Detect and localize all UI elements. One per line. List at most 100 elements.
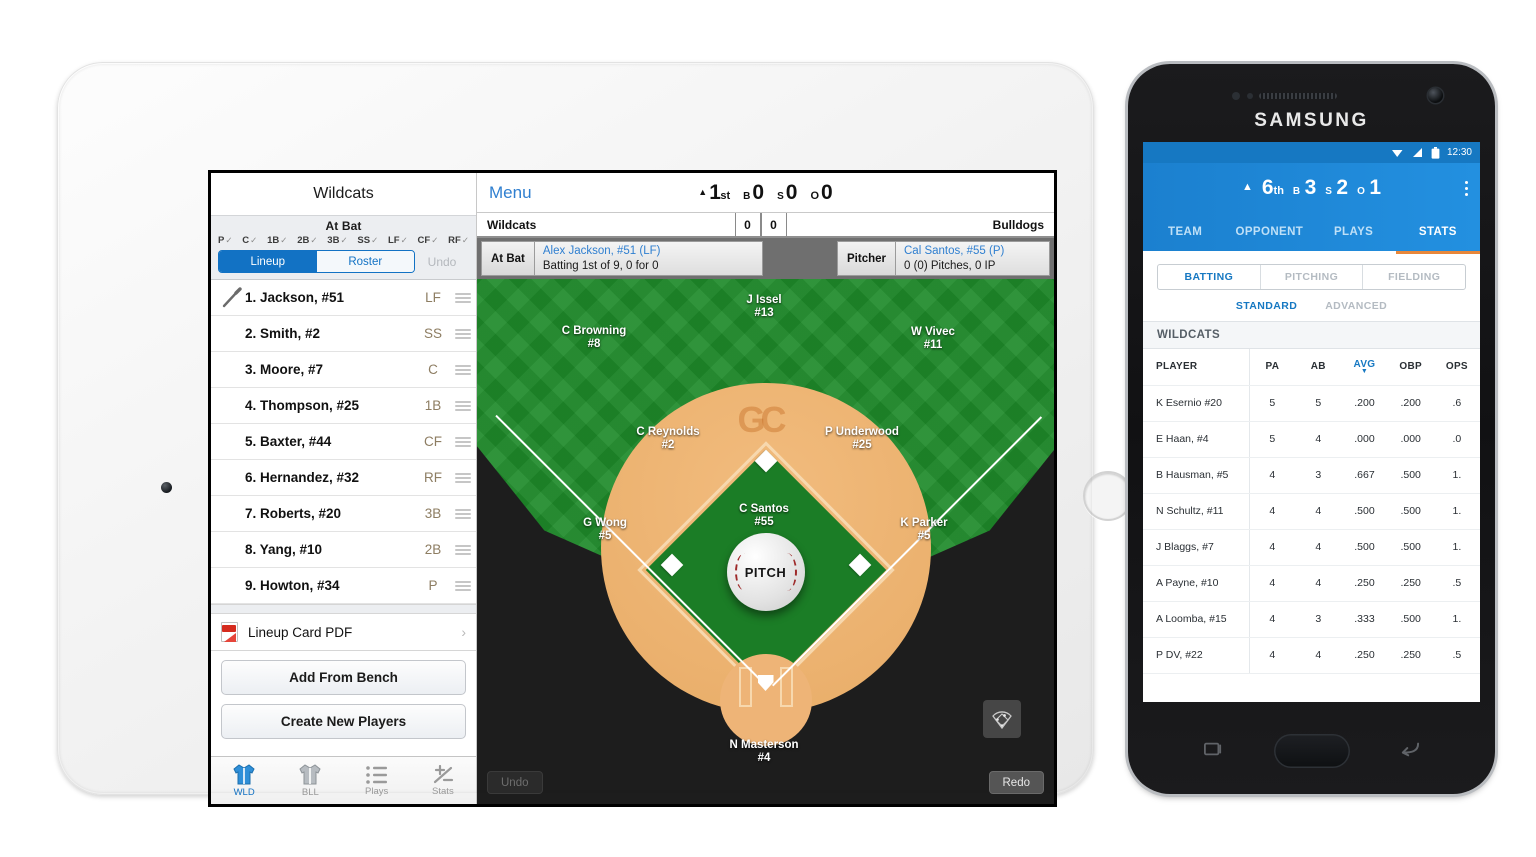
table-row[interactable]: A Payne, #10 4 4.250.250.5 [1143,565,1480,602]
phone-scoreboard: ▲ 6th B 3 S 2 O 1 [1242,176,1381,200]
position-check-3b[interactable]: 3B✓ [327,235,347,246]
reorder-handle-icon[interactable] [450,436,476,447]
at-bat-controls: At Bat P✓ C✓ 1B✓ 2B✓ 3B✓ SS✓ LF✓ CF✓ RF✓ Lineup … [211,215,476,280]
menu-button[interactable]: Menu [489,183,532,203]
tab-plays[interactable]: Plays [344,757,410,804]
reorder-handle-icon[interactable] [450,508,476,519]
table-row[interactable]: B Hausman, #5 4 3.667.500 1. [1143,457,1480,494]
reorder-handle-icon[interactable] [450,292,476,303]
cell-ops: 1. [1433,457,1480,494]
column-header-ops[interactable]: OPS [1433,349,1480,386]
table-row[interactable]: J Blaggs, #7 4 4.500.500 1. [1143,529,1480,566]
field-undo-button[interactable]: Undo [487,771,543,794]
reorder-handle-icon[interactable] [450,472,476,483]
position-check-rf[interactable]: RF✓ [448,235,469,246]
field-redo-button[interactable]: Redo [988,771,1044,794]
fielder-label[interactable]: N Masterson #4 [729,739,798,765]
tablet-home-button[interactable] [1083,471,1133,521]
subsegment-advanced[interactable]: ADVANCED [1325,300,1387,312]
reorder-handle-icon[interactable] [450,364,476,375]
segment-roster[interactable]: Roster [316,251,414,272]
position-check-cf[interactable]: CF✓ [418,235,439,246]
pitcher-card[interactable]: Pitcher Cal Santos, #55 (P) 0 (0) Pitche… [837,241,1050,276]
reorder-handle-icon[interactable] [450,580,476,591]
lineup-player-position: LF [425,290,441,305]
lineup-row[interactable]: 5. Baxter, #44 CF [211,424,476,460]
position-check-ss[interactable]: SS✓ [357,235,378,246]
cell-pa: 4 [1249,457,1296,494]
reorder-handle-icon[interactable] [450,328,476,339]
lineup-row[interactable]: 1. Jackson, #51 LF [211,280,476,316]
fielder-label[interactable]: G Wong #5 [583,517,627,543]
lineup-row[interactable]: 3. Moore, #7 C [211,352,476,388]
fielder-label[interactable]: C Reynolds #2 [636,426,699,452]
back-icon[interactable] [1399,740,1421,758]
tab-stats[interactable]: Stats [410,757,476,804]
lineup-row[interactable]: 8. Yang, #10 2B [211,532,476,568]
cell-avg: .500 [1341,493,1388,530]
column-header-obp[interactable]: OBP [1387,349,1434,386]
column-header-pa[interactable]: PA [1249,349,1296,386]
fielder-label[interactable]: C Browning #8 [562,325,627,351]
table-row[interactable]: E Haan, #4 5 4.000.000.0 [1143,421,1480,458]
segment-fielding[interactable]: FIELDING [1363,265,1465,289]
lineup-player-name: 6. Hernandez, #32 [245,470,360,485]
stats-view-segment[interactable]: STANDARD ADVANCED [1143,290,1480,321]
fielder-label[interactable]: J Issel #13 [746,294,781,320]
create-new-players-button[interactable]: Create New Players [221,704,466,739]
fielder-number: #4 [757,752,771,765]
position-check-lf[interactable]: LF✓ [388,235,408,246]
column-header-avg[interactable]: AVG ▼ [1341,349,1388,386]
lineup-row[interactable]: 7. Roberts, #20 3B [211,496,476,532]
lineup-roster-segment[interactable]: Lineup Roster [218,250,415,273]
home-plate-dirt [719,654,812,746]
subsegment-standard[interactable]: STANDARD [1236,300,1297,312]
table-row[interactable]: K Esernio #20 5 5.200.200.6 [1143,385,1480,422]
position-check-p[interactable]: P✓ [218,235,232,246]
table-row[interactable]: P DV, #22 4 4.250.250.5 [1143,637,1480,674]
sidebar-undo-button[interactable]: Undo [415,255,469,269]
lineup-card-pdf-row[interactable]: Lineup Card PDF › [211,613,476,651]
phone-home-button[interactable] [1273,734,1350,768]
fielder-number: #11 [923,339,943,352]
fielder-label[interactable]: W Vivec #11 [911,326,955,352]
position-check-2b[interactable]: 2B✓ [297,235,317,246]
fielder-label[interactable]: K Parker #5 [900,517,947,543]
phone-tab-stats[interactable]: STATS [1396,226,1480,238]
lineup-player-position: CF [424,434,442,449]
pitch-ball-button[interactable]: PITCH [726,533,805,611]
segment-batting[interactable]: BATTING [1158,265,1261,289]
table-row[interactable]: N Schultz, #11 4 4.500.500 1. [1143,493,1480,530]
overflow-menu-icon[interactable] [1465,180,1468,196]
reorder-handle-icon[interactable] [450,544,476,555]
cell-ops: .6 [1433,385,1480,422]
at-bat-card[interactable]: At Bat Alex Jackson, #51 (LF) Batting 1s… [481,241,763,276]
phone-tab-team[interactable]: TEAM [1143,226,1227,238]
column-header-player[interactable]: PLAYER [1143,349,1250,386]
tab-bll[interactable]: BLL [277,757,343,804]
phone-tab-opponent[interactable]: OPPONENT [1227,226,1311,238]
recent-apps-icon[interactable] [1202,740,1224,758]
segment-lineup[interactable]: Lineup [219,251,317,272]
phone-tab-plays[interactable]: PLAYS [1312,226,1396,238]
baseball-field[interactable]: GC PITCH J Issel #13 C Browning #8 W Vivec #1… [477,279,1054,804]
lineup-row[interactable]: 2. Smith, #2 SS [211,316,476,352]
field-view-toggle-button[interactable] [983,700,1021,738]
add-from-bench-button[interactable]: Add From Bench [221,660,466,695]
stats-category-segment[interactable]: BATTING PITCHING FIELDING [1157,264,1466,290]
lineup-row[interactable]: 4. Thompson, #25 1B [211,388,476,424]
tab-wld[interactable]: WLD [211,757,277,804]
reorder-handle-icon[interactable] [450,400,476,411]
position-check-1b[interactable]: 1B✓ [267,235,287,246]
chevron-right-icon: › [461,624,466,640]
bottom-tab-bar: WLD BLL Plays Stats [211,756,476,804]
lineup-row[interactable]: 9. Howton, #34 P [211,568,476,604]
position-check-c[interactable]: C✓ [242,235,257,246]
lineup-row[interactable]: 6. Hernandez, #32 RF [211,460,476,496]
fielder-label[interactable]: P Underwood #25 [825,426,899,452]
table-row[interactable]: A Loomba, #15 4 3.333.500 1. [1143,601,1480,638]
column-header-ab[interactable]: AB [1295,349,1342,386]
cell-pa: 4 [1249,529,1296,566]
segment-pitching[interactable]: PITCHING [1261,265,1364,289]
fielder-label[interactable]: C Santos #55 [739,503,789,529]
